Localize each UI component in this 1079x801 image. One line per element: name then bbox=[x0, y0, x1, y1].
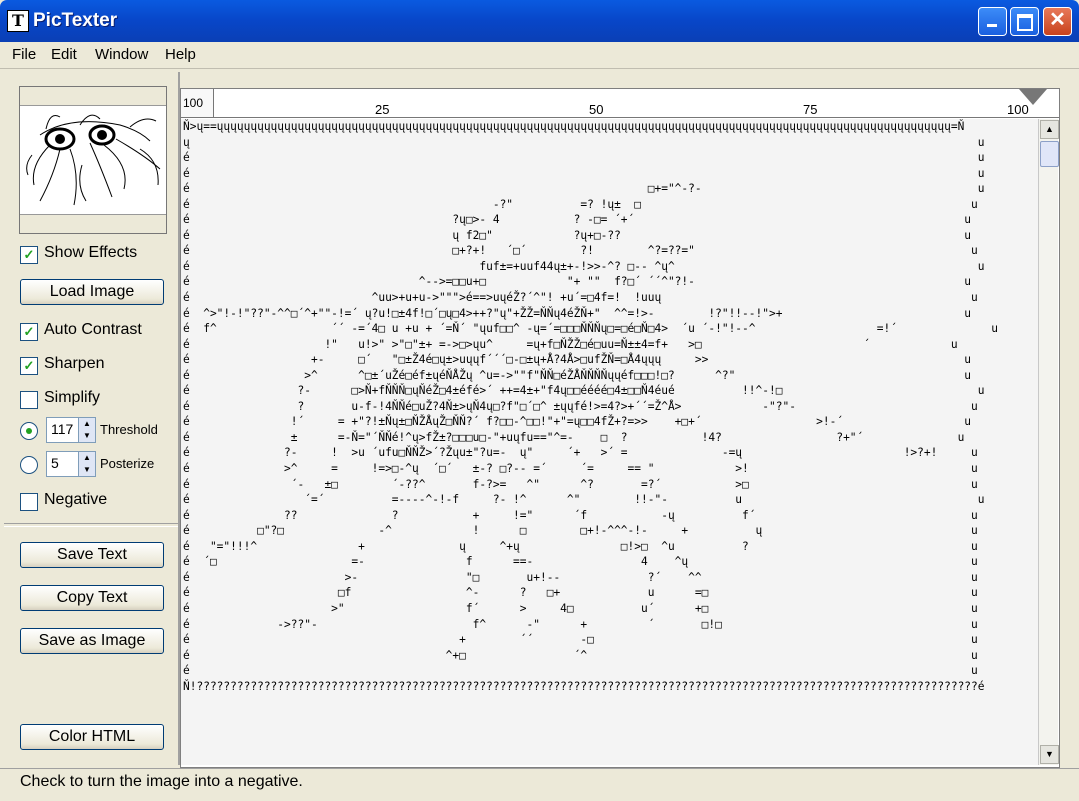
preview-border-bottom bbox=[20, 214, 166, 233]
load-image-button[interactable]: Load Image bbox=[20, 279, 164, 305]
scroll-up-icon[interactable]: ▲ bbox=[1040, 120, 1059, 139]
preview-border-top bbox=[20, 87, 166, 106]
sharpen-label: Sharpen bbox=[44, 355, 105, 372]
controls-panel: ✓ Show Effects Load Image ✓ Auto Contras… bbox=[4, 72, 180, 765]
status-text: Check to turn the image into a negative. bbox=[20, 773, 303, 790]
menu-help[interactable]: Help bbox=[165, 46, 196, 63]
show-effects-label: Show Effects bbox=[44, 244, 138, 261]
scroll-thumb[interactable] bbox=[1040, 141, 1059, 167]
negative-label: Negative bbox=[44, 491, 108, 508]
auto-contrast-checkbox[interactable]: ✓ bbox=[20, 323, 38, 341]
ruler-tick-75: 75 bbox=[803, 102, 818, 117]
ascii-art-text[interactable]: Ň>ų==ųųųųųųųųųųųųųųųųųųųųųųųųųųųųųųųųųųų… bbox=[181, 119, 1038, 694]
menu-file[interactable]: File bbox=[12, 46, 36, 63]
menu-window[interactable]: Window bbox=[95, 46, 148, 63]
threshold-radio[interactable] bbox=[20, 422, 38, 440]
preview-thumbnail bbox=[26, 114, 161, 206]
scroll-down-icon[interactable]: ▼ bbox=[1040, 745, 1059, 764]
copy-text-button[interactable]: Copy Text bbox=[20, 585, 164, 611]
posterize-spinner[interactable]: 5 ▲ ▼ bbox=[46, 451, 96, 477]
zoom-ruler[interactable]: 100 25 50 75 100 bbox=[181, 89, 1059, 118]
threshold-spinner[interactable]: 117 ▲ ▼ bbox=[46, 417, 96, 443]
status-bar: Check to turn the image into a negative. bbox=[0, 768, 1079, 801]
sharpen-checkbox[interactable]: ✓ bbox=[20, 357, 38, 375]
save-text-button[interactable]: Save Text bbox=[20, 542, 164, 568]
window-title: PicTexter bbox=[33, 10, 118, 31]
minimize-icon[interactable] bbox=[978, 7, 1007, 36]
vertical-scrollbar[interactable]: ▲ ▼ bbox=[1038, 119, 1059, 765]
zoom-marker-icon[interactable] bbox=[1019, 89, 1047, 105]
simplify-checkbox[interactable] bbox=[20, 391, 38, 409]
color-html-button[interactable]: Color HTML bbox=[20, 724, 164, 750]
zoom-level: 100 bbox=[181, 89, 214, 117]
threshold-label: Threshold bbox=[100, 422, 158, 437]
app-icon: T bbox=[7, 10, 29, 32]
panel-divider bbox=[4, 523, 180, 527]
ruler-tick-25: 25 bbox=[375, 102, 390, 117]
menu-edit[interactable]: Edit bbox=[51, 46, 77, 63]
maximize-icon[interactable] bbox=[1010, 7, 1039, 36]
posterize-label: Posterize bbox=[100, 456, 155, 471]
show-effects-checkbox[interactable]: ✓ bbox=[20, 246, 38, 264]
menu-bar: File Edit Window Help bbox=[0, 42, 1079, 69]
ascii-output-area[interactable]: 100 25 50 75 100 Ň>ų==ųųųųųųųųųųųųųųųųųų… bbox=[180, 88, 1060, 768]
simplify-label: Simplify bbox=[44, 389, 101, 406]
posterize-radio[interactable] bbox=[20, 456, 38, 474]
save-as-image-button[interactable]: Save as Image bbox=[20, 628, 164, 654]
auto-contrast-label: Auto Contrast bbox=[44, 321, 142, 338]
posterize-value[interactable]: 5 bbox=[51, 455, 59, 471]
ascii-text-view[interactable]: Ň>ų==ųųųųųųųųųųųųųųųųųųųųųųųųųųųųųųųųųųų… bbox=[181, 119, 1038, 765]
image-preview bbox=[19, 86, 167, 234]
close-icon[interactable]: ✕ bbox=[1043, 7, 1072, 36]
threshold-stepper-icon[interactable]: ▲ ▼ bbox=[78, 418, 95, 442]
pictexter-window: T PicTexter ✕ File Edit Window Help ✓ Sh… bbox=[0, 0, 1079, 801]
negative-checkbox[interactable] bbox=[20, 493, 38, 511]
ruler-tick-50: 50 bbox=[589, 102, 604, 117]
posterize-stepper-icon[interactable]: ▲ ▼ bbox=[78, 452, 95, 476]
threshold-value[interactable]: 117 bbox=[51, 421, 73, 437]
title-bar[interactable]: T PicTexter ✕ bbox=[0, 0, 1079, 42]
